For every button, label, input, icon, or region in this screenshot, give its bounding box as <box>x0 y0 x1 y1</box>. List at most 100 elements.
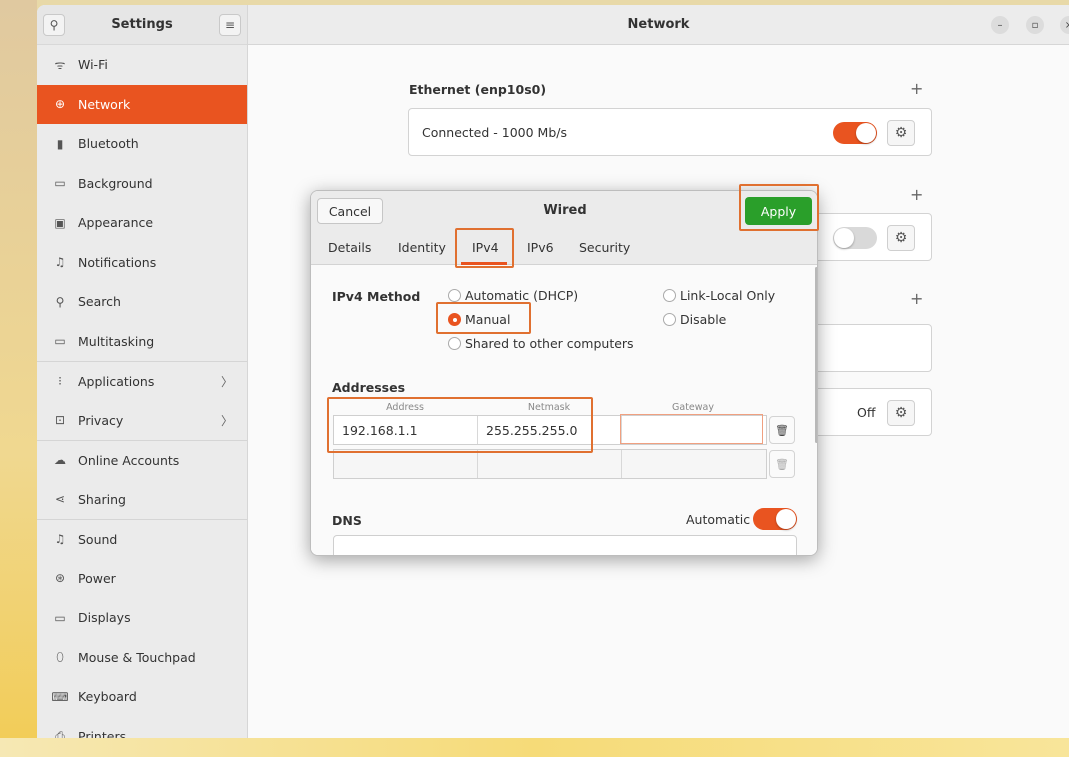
method-shared-radio[interactable]: Shared to other computers <box>448 336 634 351</box>
toggle-knob <box>776 509 796 529</box>
wired-dialog: Cancel Wired Apply Details Identity IPv4… <box>310 190 818 556</box>
gateway-field-empty[interactable] <box>622 450 766 478</box>
highlight-apply <box>739 184 819 231</box>
mouse-icon: ⬯ <box>56 649 64 664</box>
printer-icon: ⎙ <box>55 728 65 738</box>
sidebar-item-sound[interactable]: ♫ Sound <box>37 519 247 559</box>
scrollbar[interactable] <box>815 267 817 443</box>
sidebar-item-power[interactable]: ⊛ Power <box>37 559 247 599</box>
sidebar-item-label: Mouse & Touchpad <box>78 649 196 665</box>
trash-icon: 🗑 <box>775 423 789 437</box>
sidebar-item-mouse-touchpad[interactable]: ⬯ Mouse & Touchpad <box>37 638 247 678</box>
search-icon: ⚲ <box>49 17 59 32</box>
netmask-field-empty[interactable] <box>478 450 622 478</box>
maximize-button[interactable]: ▫ <box>1026 16 1044 34</box>
tab-identity[interactable]: Identity <box>398 240 446 255</box>
sidebar-item-bluetooth[interactable]: ▮ Bluetooth <box>37 124 247 164</box>
ethernet-card: Connected - 1000 Mb/s ⚙ <box>408 108 932 156</box>
network-icon: ⊕ <box>54 97 66 112</box>
second-connection-settings-button[interactable]: ⚙ <box>887 225 915 251</box>
method-disable-label: Disable <box>680 312 727 327</box>
cloud-icon: ☁ <box>54 453 66 468</box>
ethernet-toggle[interactable] <box>833 122 877 144</box>
page-title: Network <box>627 17 690 32</box>
chevron-right-icon: 〉 <box>220 374 233 389</box>
gear-icon: ⚙ <box>894 405 908 421</box>
radio-circle <box>663 313 676 326</box>
dialog-tabs: Details Identity IPv4 IPv6 Security <box>311 231 817 265</box>
sidebar-item-label: Wi-Fi <box>78 57 108 73</box>
bluetooth-icon: ▮ <box>56 136 64 151</box>
proxy-settings-button[interactable]: ⚙ <box>887 400 915 426</box>
ethernet-settings-button[interactable]: ⚙ <box>887 120 915 146</box>
proxy-status: Off <box>857 405 876 420</box>
toggle-knob <box>856 123 876 143</box>
dns-automatic-label: Automatic <box>686 512 751 527</box>
highlight-ipv4-tab <box>455 228 514 268</box>
sidebar-item-label: Online Accounts <box>78 452 180 468</box>
second-connection-toggle[interactable] <box>833 227 877 249</box>
multitasking-icon: ▭ <box>54 334 66 349</box>
chevron-right-icon: 〉 <box>220 413 233 428</box>
method-link-local-radio[interactable]: Link-Local Only <box>663 288 775 303</box>
sidebar-item-label: Printers <box>78 728 127 738</box>
sidebar-item-label: Search <box>78 294 121 310</box>
tab-details[interactable]: Details <box>328 240 371 255</box>
highlight-manual <box>436 302 531 334</box>
minimize-button[interactable]: – <box>991 16 1009 34</box>
bell-icon: ♫ <box>54 255 66 270</box>
sidebar-item-appearance[interactable]: ▣ Appearance <box>37 203 247 243</box>
sidebar-item-label: Background <box>78 175 153 191</box>
ethernet-section-title: Ethernet (enp10s0) <box>409 82 547 97</box>
add-proxy-button[interactable]: + <box>910 289 923 308</box>
sidebar-item-wi-fi[interactable]: ᯤ Wi-Fi <box>37 45 247 85</box>
add-ethernet-button[interactable]: + <box>910 79 923 98</box>
sidebar-item-label: Power <box>78 570 116 586</box>
address-field-empty[interactable] <box>334 450 478 478</box>
hamburger-menu-icon: ≡ <box>224 17 236 32</box>
tab-ipv6[interactable]: IPv6 <box>527 240 554 255</box>
tab-security[interactable]: Security <box>579 240 630 255</box>
dns-label: DNS <box>332 513 362 528</box>
sidebar-item-network[interactable]: ⊕ Network <box>37 84 247 124</box>
dns-input[interactable] <box>333 535 797 555</box>
power-icon: ⊛ <box>54 571 66 586</box>
toggle-knob <box>834 228 854 248</box>
col-header-gateway: Gateway <box>672 402 714 413</box>
search-icon: ⚲ <box>55 294 65 309</box>
sidebar-item-label: Bluetooth <box>78 136 139 152</box>
desktop-background <box>0 0 37 757</box>
delete-address-button[interactable]: 🗑 <box>769 416 795 444</box>
add-vpn-button[interactable]: + <box>910 185 923 204</box>
method-disable-radio[interactable]: Disable <box>663 312 726 327</box>
sidebar: ⚲ Settings ≡ ᯤ Wi-Fi ⊕ Network ▮ Bluetooth ▭ Ba… <box>37 5 248 738</box>
sidebar-item-search[interactable]: ⚲ Search <box>37 282 247 322</box>
maximize-icon: ▫ <box>1031 19 1039 31</box>
method-automatic-radio[interactable]: Automatic (DHCP) <box>448 288 578 303</box>
sidebar-header: ⚲ Settings ≡ <box>37 5 247 45</box>
sidebar-item-sharing[interactable]: ⋖ Sharing <box>37 480 247 520</box>
method-link-local-label: Link-Local Only <box>680 288 776 303</box>
search-button[interactable]: ⚲ <box>43 13 65 36</box>
sidebar-item-label: Applications <box>78 373 155 389</box>
sidebar-item-printers[interactable]: ⎙ Printers <box>37 717 247 738</box>
sidebar-item-displays[interactable]: ▭ Displays <box>37 598 247 638</box>
sidebar-item-keyboard[interactable]: ⌨ Keyboard <box>37 677 247 717</box>
dns-automatic-toggle[interactable] <box>753 508 797 530</box>
sidebar-item-notifications[interactable]: ♫ Notifications <box>37 243 247 283</box>
sidebar-item-background[interactable]: ▭ Background <box>37 164 247 204</box>
sidebar-item-label: Displays <box>78 610 131 626</box>
menu-button[interactable]: ≡ <box>219 13 241 36</box>
sidebar-item-online-accounts[interactable]: ☁ Online Accounts <box>37 440 247 480</box>
sidebar-item-label: Network <box>78 96 131 112</box>
delete-address-button-disabled: 🗑 <box>769 450 795 478</box>
appearance-icon: ▣ <box>54 215 66 230</box>
wifi-icon: ᯤ <box>54 58 66 73</box>
sidebar-item-multitasking[interactable]: ▭ Multitasking <box>37 322 247 362</box>
lock-icon: ⊡ <box>54 413 66 428</box>
sidebar-item-applications[interactable]: ⁝ Applications 〉 <box>37 361 247 401</box>
sidebar-title: Settings <box>111 17 173 32</box>
close-button[interactable]: × <box>1060 16 1069 34</box>
keyboard-icon: ⌨ <box>51 689 69 704</box>
sidebar-item-privacy[interactable]: ⊡ Privacy 〉 <box>37 401 247 441</box>
